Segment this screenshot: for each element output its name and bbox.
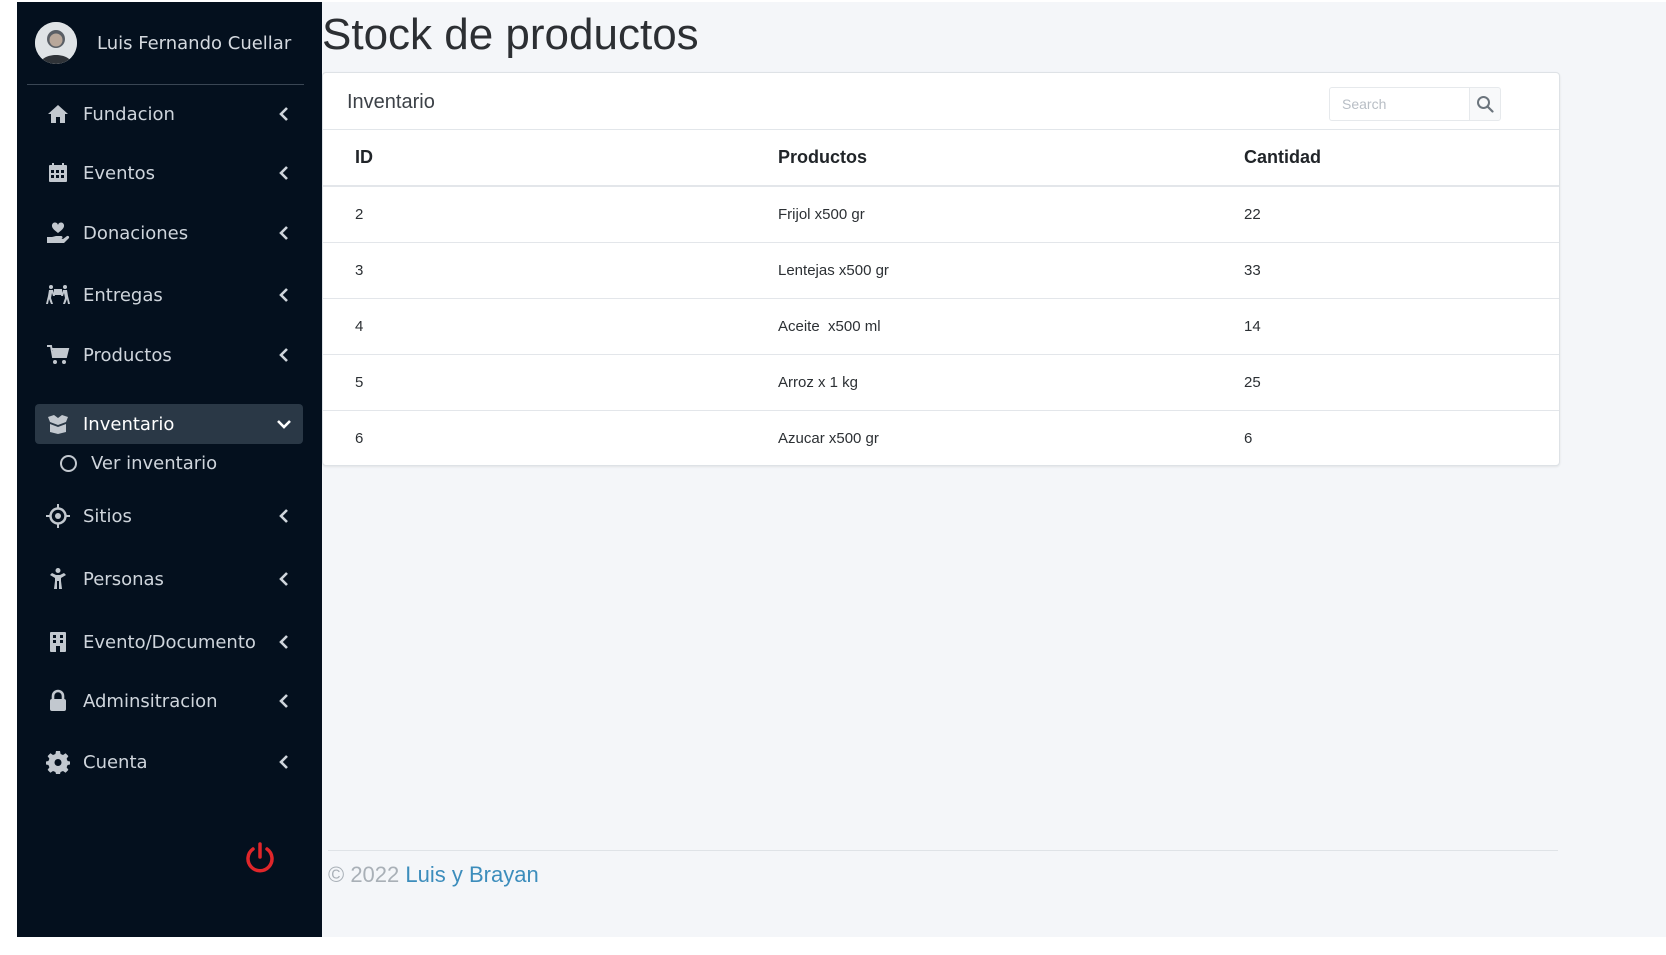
chevron-left-icon — [275, 105, 293, 123]
cell-producto: Lentejas x500 gr — [778, 242, 1244, 299]
user-panel[interactable]: Luis Fernando Cuellar — [17, 2, 322, 85]
chevron-left-icon — [275, 164, 293, 182]
sidebar-item-donaciones[interactable]: Donaciones — [35, 213, 303, 253]
cell-id: 5 — [323, 354, 778, 411]
cell-id: 2 — [323, 186, 778, 243]
sidebar-item-label: Inventario — [83, 413, 175, 435]
power-off-icon[interactable] — [242, 840, 278, 876]
cell-cantidad: 6 — [1244, 430, 1253, 447]
cell-cantidad: 33 — [1244, 242, 1559, 299]
inventory-table: ID Productos Cantidad 2 Frijol x500 gr 2… — [323, 130, 1559, 466]
sidebar-item-productos[interactable]: Productos — [35, 335, 303, 375]
column-header-id[interactable]: ID — [323, 130, 778, 187]
chevron-left-icon — [275, 224, 293, 242]
sidebar-item-label: Sitios — [83, 505, 132, 527]
page-title: Stock de productos — [322, 10, 699, 59]
cell-cantidad: 25 — [1244, 354, 1559, 411]
sidebar-item-fundacion[interactable]: Fundacion — [35, 94, 303, 134]
chevron-left-icon — [275, 346, 293, 364]
sidebar-item-evento-documento[interactable]: Evento/Documento — [35, 622, 303, 662]
cog-icon — [43, 747, 73, 777]
calendar-icon — [43, 158, 73, 188]
chevron-left-icon — [275, 633, 293, 651]
inventory-card: Inventario ID Productos Cantidad — [322, 72, 1560, 466]
sidebar-item-label: Eventos — [83, 162, 155, 184]
box-open-icon — [43, 409, 73, 439]
chevron-left-icon — [275, 753, 293, 771]
cell-producto: Aceite x500 ml — [778, 298, 1244, 355]
sidebar-item-label: Cuenta — [83, 751, 148, 773]
sidebar-item-entregas[interactable]: Entregas — [35, 275, 303, 315]
cell-producto: Azucar x500 gr — [778, 430, 879, 447]
sidebar-item-eventos[interactable]: Eventos — [35, 153, 303, 193]
sidebar-item-label: Adminsitracion — [83, 690, 218, 712]
footer-text: © 2022 Luis y Brayan — [328, 862, 539, 888]
footer-divider — [328, 850, 1558, 851]
cell-id: 3 — [323, 242, 778, 299]
main-content: Stock de productos Inventario ID Product… — [322, 2, 1666, 937]
search-box — [1329, 87, 1501, 121]
chevron-left-icon — [275, 570, 293, 588]
footer: © 2022 Luis y Brayan — [322, 850, 1558, 937]
sidebar-subitem-label: Ver inventario — [91, 452, 218, 474]
circle-icon — [60, 454, 77, 472]
search-input[interactable] — [1329, 87, 1469, 121]
cart-icon — [43, 340, 73, 370]
table-row[interactable]: 4 Aceite x500 ml 14 — [323, 298, 1559, 355]
sidebar-item-label: Donaciones — [83, 222, 189, 244]
footer-author-link[interactable]: Luis y Brayan — [405, 862, 538, 887]
cell-cantidad: 22 — [1244, 186, 1559, 243]
card-title: Inventario — [347, 91, 435, 113]
sidebar-item-adminsitracion[interactable]: Adminsitracion — [35, 681, 303, 721]
cell-id: 4 — [323, 298, 778, 355]
table-row[interactable]: 2 Frijol x500 gr 22 — [323, 186, 1559, 243]
copyright-text: © 2022 — [328, 862, 400, 887]
table-row[interactable]: 3 Lentejas x500 gr 33 — [323, 242, 1559, 299]
sidebar-item-cuenta[interactable]: Cuenta — [35, 742, 303, 782]
child-icon — [43, 564, 73, 594]
table-row[interactable]: 6 Azucar x500 gr 6 — [323, 411, 1559, 467]
cell-id: 6 — [355, 430, 364, 447]
chevron-left-icon — [275, 507, 293, 525]
sidebar-item-label: Entregas — [83, 284, 163, 306]
sidebar-item-label: Fundacion — [83, 103, 175, 125]
column-header-cantidad[interactable]: Cantidad — [1244, 130, 1559, 187]
chevron-down-icon — [275, 415, 293, 433]
card-header: Inventario — [323, 73, 1559, 130]
chevron-left-icon — [275, 692, 293, 710]
search-button[interactable] — [1469, 87, 1501, 121]
lock-icon — [43, 686, 73, 716]
user-avatar[interactable] — [35, 22, 77, 64]
sidebar-item-label: Evento/Documento — [83, 631, 256, 653]
cell-cantidad: 14 — [1244, 298, 1559, 355]
building-icon — [43, 627, 73, 657]
sidebar-item-label: Personas — [83, 568, 164, 590]
sidebar-item-personas[interactable]: Personas — [35, 559, 303, 599]
sidebar: Luis Fernando Cuellar Fundacion Eventos … — [17, 2, 322, 937]
sidebar-item-label: Productos — [83, 344, 172, 366]
table-row[interactable]: 5 Arroz x 1 kg 25 — [323, 354, 1559, 411]
hand-holding-heart-icon — [43, 218, 73, 248]
people-carry-icon — [43, 280, 73, 310]
sidebar-item-sitios[interactable]: Sitios — [35, 496, 303, 536]
cell-producto: Arroz x 1 kg — [778, 354, 1244, 411]
cell-producto: Frijol x500 gr — [778, 186, 1244, 243]
sidebar-item-inventario[interactable]: Inventario — [35, 404, 303, 444]
home-icon — [43, 99, 73, 129]
sidebar-divider — [27, 84, 304, 85]
search-icon — [1477, 96, 1494, 113]
user-name[interactable]: Luis Fernando Cuellar — [97, 33, 291, 54]
chevron-left-icon — [275, 286, 293, 304]
sidebar-subitem-ver-inventario[interactable]: Ver inventario — [57, 448, 297, 478]
column-header-productos[interactable]: Productos — [778, 130, 1244, 187]
crosshairs-icon — [43, 501, 73, 531]
table-header-row: ID Productos Cantidad — [323, 130, 1559, 187]
